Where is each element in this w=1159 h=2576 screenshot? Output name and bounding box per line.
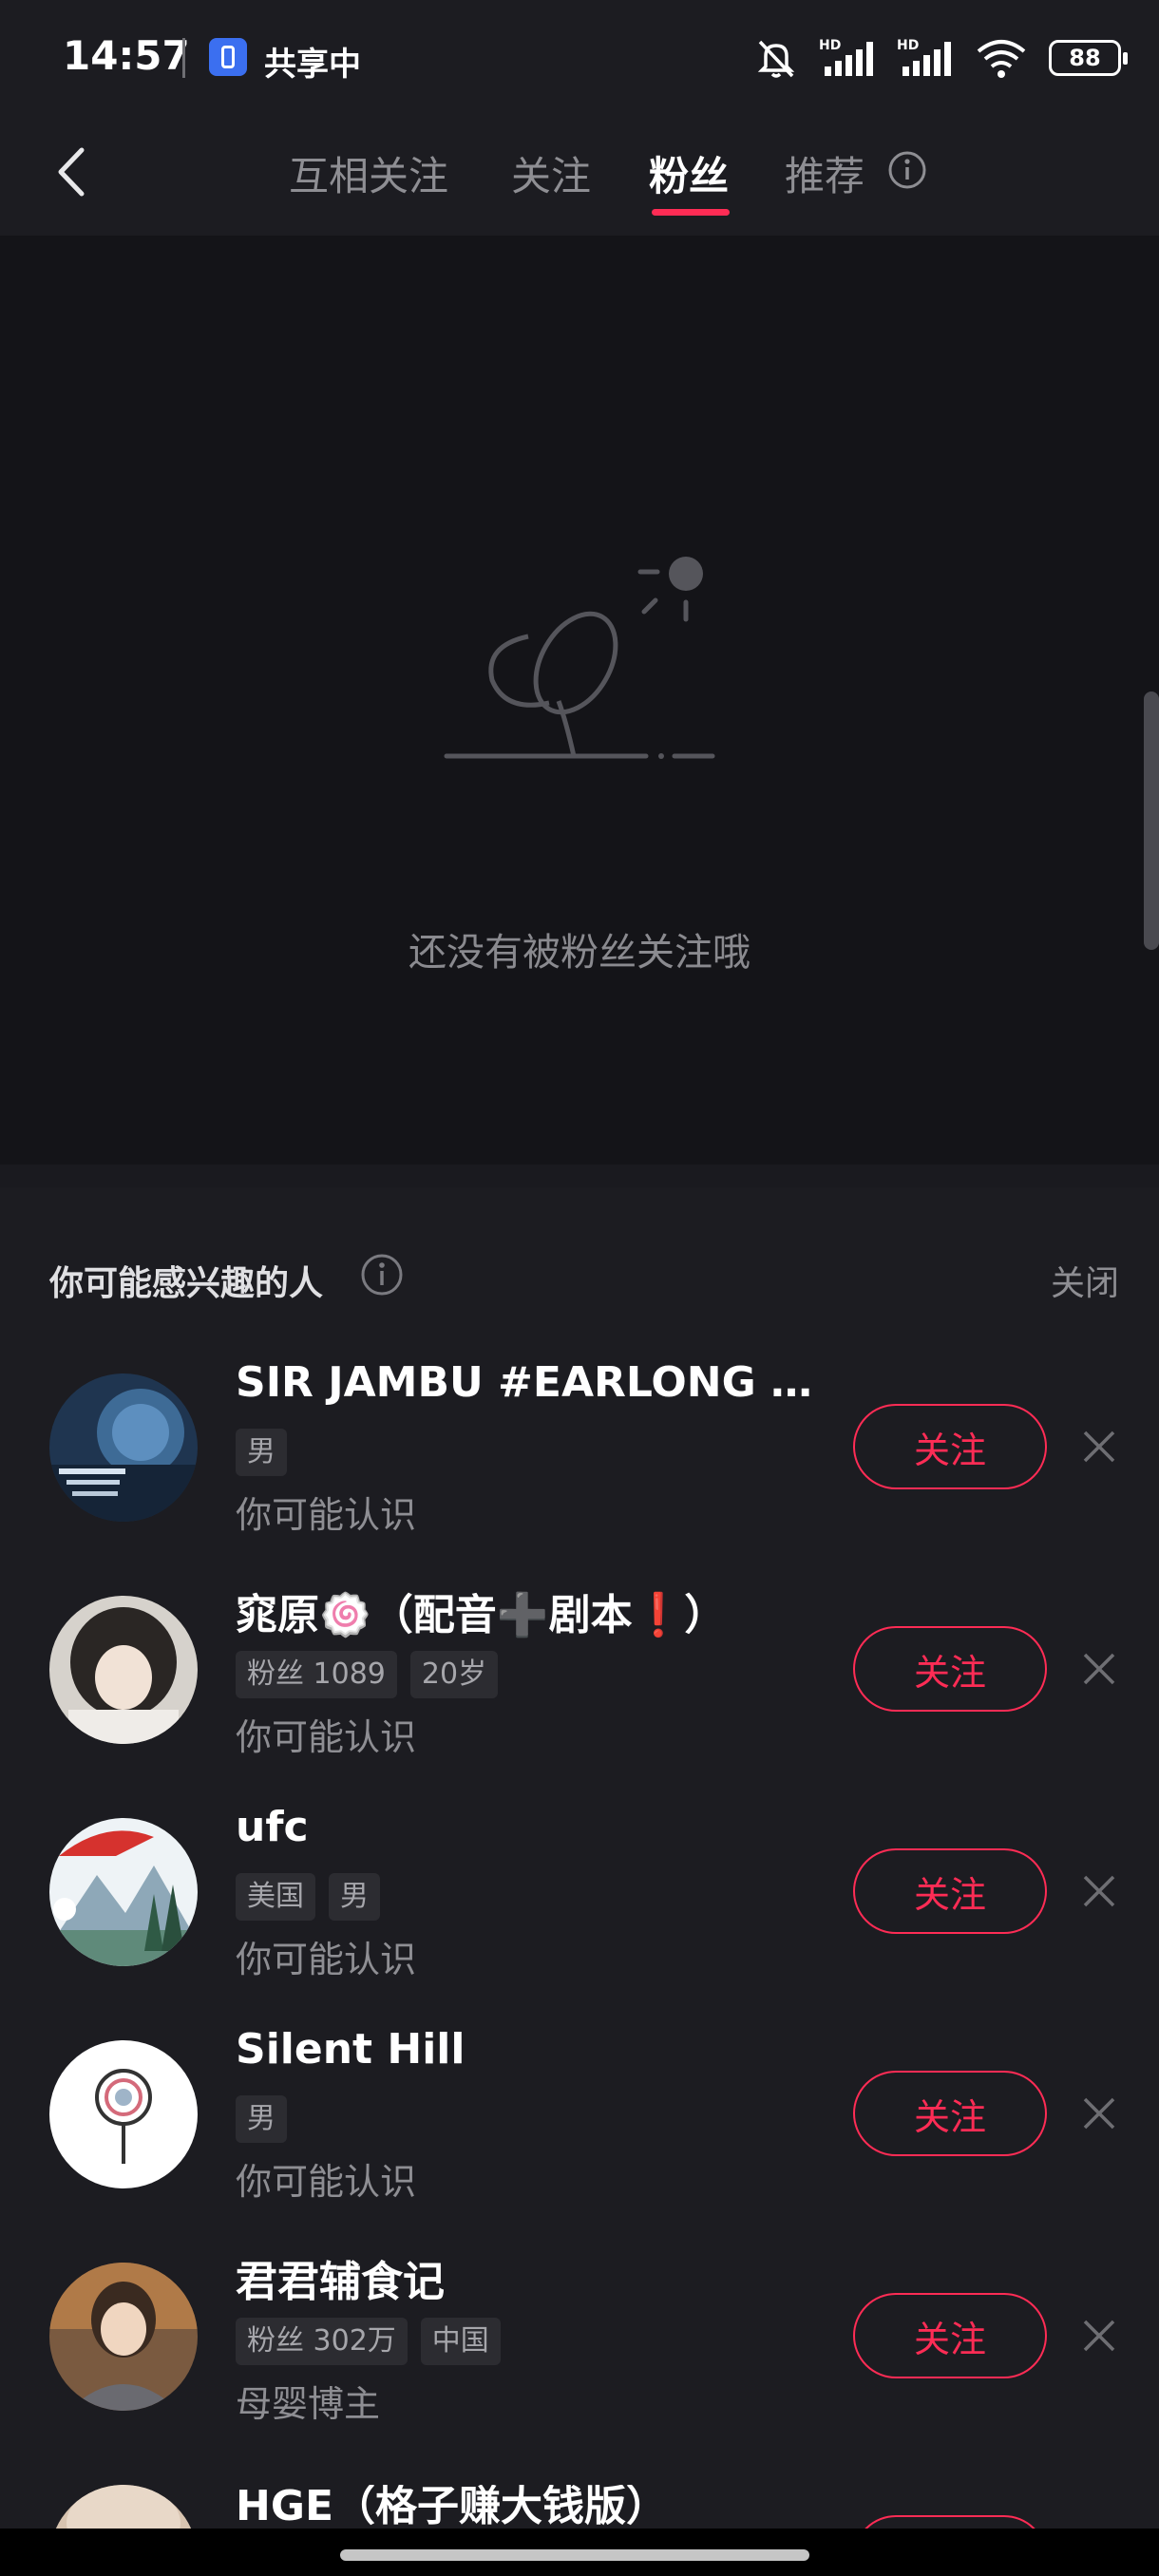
tag-location: 中国: [420, 2318, 501, 2365]
clock: 14:57: [63, 32, 190, 79]
user-tags: 男: [236, 1429, 287, 1476]
user-name[interactable]: ufc: [236, 1803, 309, 1851]
empty-message: 还没有被粉丝关注哦: [408, 931, 750, 975]
avatar[interactable]: [49, 2040, 198, 2188]
avatar[interactable]: [49, 1596, 198, 1744]
signal-hd-icon: HD: [819, 38, 873, 76]
sharing-label: 共享中: [264, 46, 361, 84]
user-name[interactable]: SIR JAMBU #EARLONG M...: [236, 1358, 825, 1407]
close-suggestions-button[interactable]: 关闭: [1051, 1256, 1119, 1305]
active-tab-indicator: [652, 209, 730, 216]
suggestions-title: 你可能感兴趣的人: [49, 1264, 324, 1303]
status-icons: HD HD 88: [754, 32, 1128, 84]
list-item[interactable]: 窕原🍥（配音➕剧本❗） 粉丝 1089 20岁 你可能认识 关注: [0, 1591, 1159, 1818]
home-indicator[interactable]: [340, 2549, 809, 2561]
sprout-illustration-icon: [444, 557, 715, 759]
tab-mutual-follow[interactable]: 互相关注: [289, 144, 448, 202]
info-icon[interactable]: [359, 1252, 405, 1297]
bell-off-icon: [757, 40, 795, 78]
user-tags: 男: [236, 2095, 287, 2143]
list-item[interactable]: Silent Hill 男 你可能认识 关注: [0, 2025, 1159, 2263]
avatar[interactable]: [49, 2485, 198, 2529]
list-item[interactable]: ufc 美国 男 你可能认识 关注: [0, 1803, 1159, 2040]
close-icon[interactable]: [1077, 2092, 1121, 2135]
close-icon[interactable]: [1077, 1869, 1121, 1913]
battery-icon: 88: [1049, 40, 1128, 76]
follow-button[interactable]: 关注: [853, 1404, 1047, 1489]
recommend-reason: 你可能认识: [236, 1716, 417, 1758]
back-arrow-icon[interactable]: [48, 141, 104, 203]
tag-gender: 男: [236, 2095, 287, 2143]
tag-fans: 粉丝 1089: [236, 1651, 397, 1698]
user-tags: 美国 男: [236, 1873, 380, 1921]
tab-following[interactable]: 关注: [511, 144, 591, 202]
user-name[interactable]: 君君辅食记: [236, 2247, 445, 2308]
close-icon[interactable]: [1077, 2314, 1121, 2358]
svg-text:HD: HD: [897, 38, 919, 53]
tab-fans[interactable]: 粉丝: [649, 144, 729, 202]
status-divider: [182, 38, 185, 78]
tag-location: 美国: [236, 1873, 315, 1921]
list-item[interactable]: SIR JAMBU #EARLONG M... 男 你可能认识 关注: [0, 1358, 1159, 1596]
user-name[interactable]: 窕原🍥（配音➕剧本❗）: [236, 1581, 726, 1641]
recommend-reason: 你可能认识: [236, 2161, 417, 2203]
follow-button[interactable]: 关注: [853, 1626, 1047, 1712]
user-name[interactable]: HGE（格子赚大钱版）: [236, 2485, 668, 2529]
follow-button[interactable]: 关注: [853, 2071, 1047, 2156]
avatar[interactable]: [49, 1373, 198, 1522]
user-tags: 粉丝 1089 20岁: [236, 1651, 499, 1698]
svg-text:HD: HD: [819, 38, 841, 53]
tag-gender: 男: [236, 1429, 287, 1476]
screen-share-icon: [209, 38, 247, 76]
info-icon[interactable]: [887, 150, 927, 190]
close-icon[interactable]: [1077, 1647, 1121, 1691]
follow-button[interactable]: 关注: [853, 2515, 1047, 2529]
list-item[interactable]: HGE（格子赚大钱版） 关注: [0, 2485, 1159, 2529]
scrollbar[interactable]: [1144, 691, 1159, 950]
tag-age: 20岁: [409, 1651, 499, 1698]
section-divider: [0, 1165, 1159, 1187]
user-name[interactable]: Silent Hill: [236, 2025, 465, 2074]
follow-button[interactable]: 关注: [853, 1848, 1047, 1934]
wifi-icon: [977, 40, 1026, 78]
close-icon[interactable]: [1077, 1425, 1121, 1468]
signal-hd-icon: HD: [897, 38, 951, 76]
list-item[interactable]: 君君辅食记 粉丝 302万 中国 母婴博主 关注: [0, 2258, 1159, 2485]
recommend-reason: 你可能认识: [236, 1939, 417, 1980]
tag-fans: 粉丝 302万: [236, 2318, 408, 2365]
recommend-reason: 母婴博主: [236, 2383, 381, 2425]
follow-button[interactable]: 关注: [853, 2293, 1047, 2378]
avatar[interactable]: [49, 2263, 198, 2411]
tag-gender: 男: [329, 1873, 380, 1921]
avatar[interactable]: [49, 1818, 198, 1966]
recommend-reason: 你可能认识: [236, 1494, 417, 1536]
tab-recommend[interactable]: 推荐: [785, 144, 864, 202]
user-tags: 粉丝 302万 中国: [236, 2318, 501, 2365]
